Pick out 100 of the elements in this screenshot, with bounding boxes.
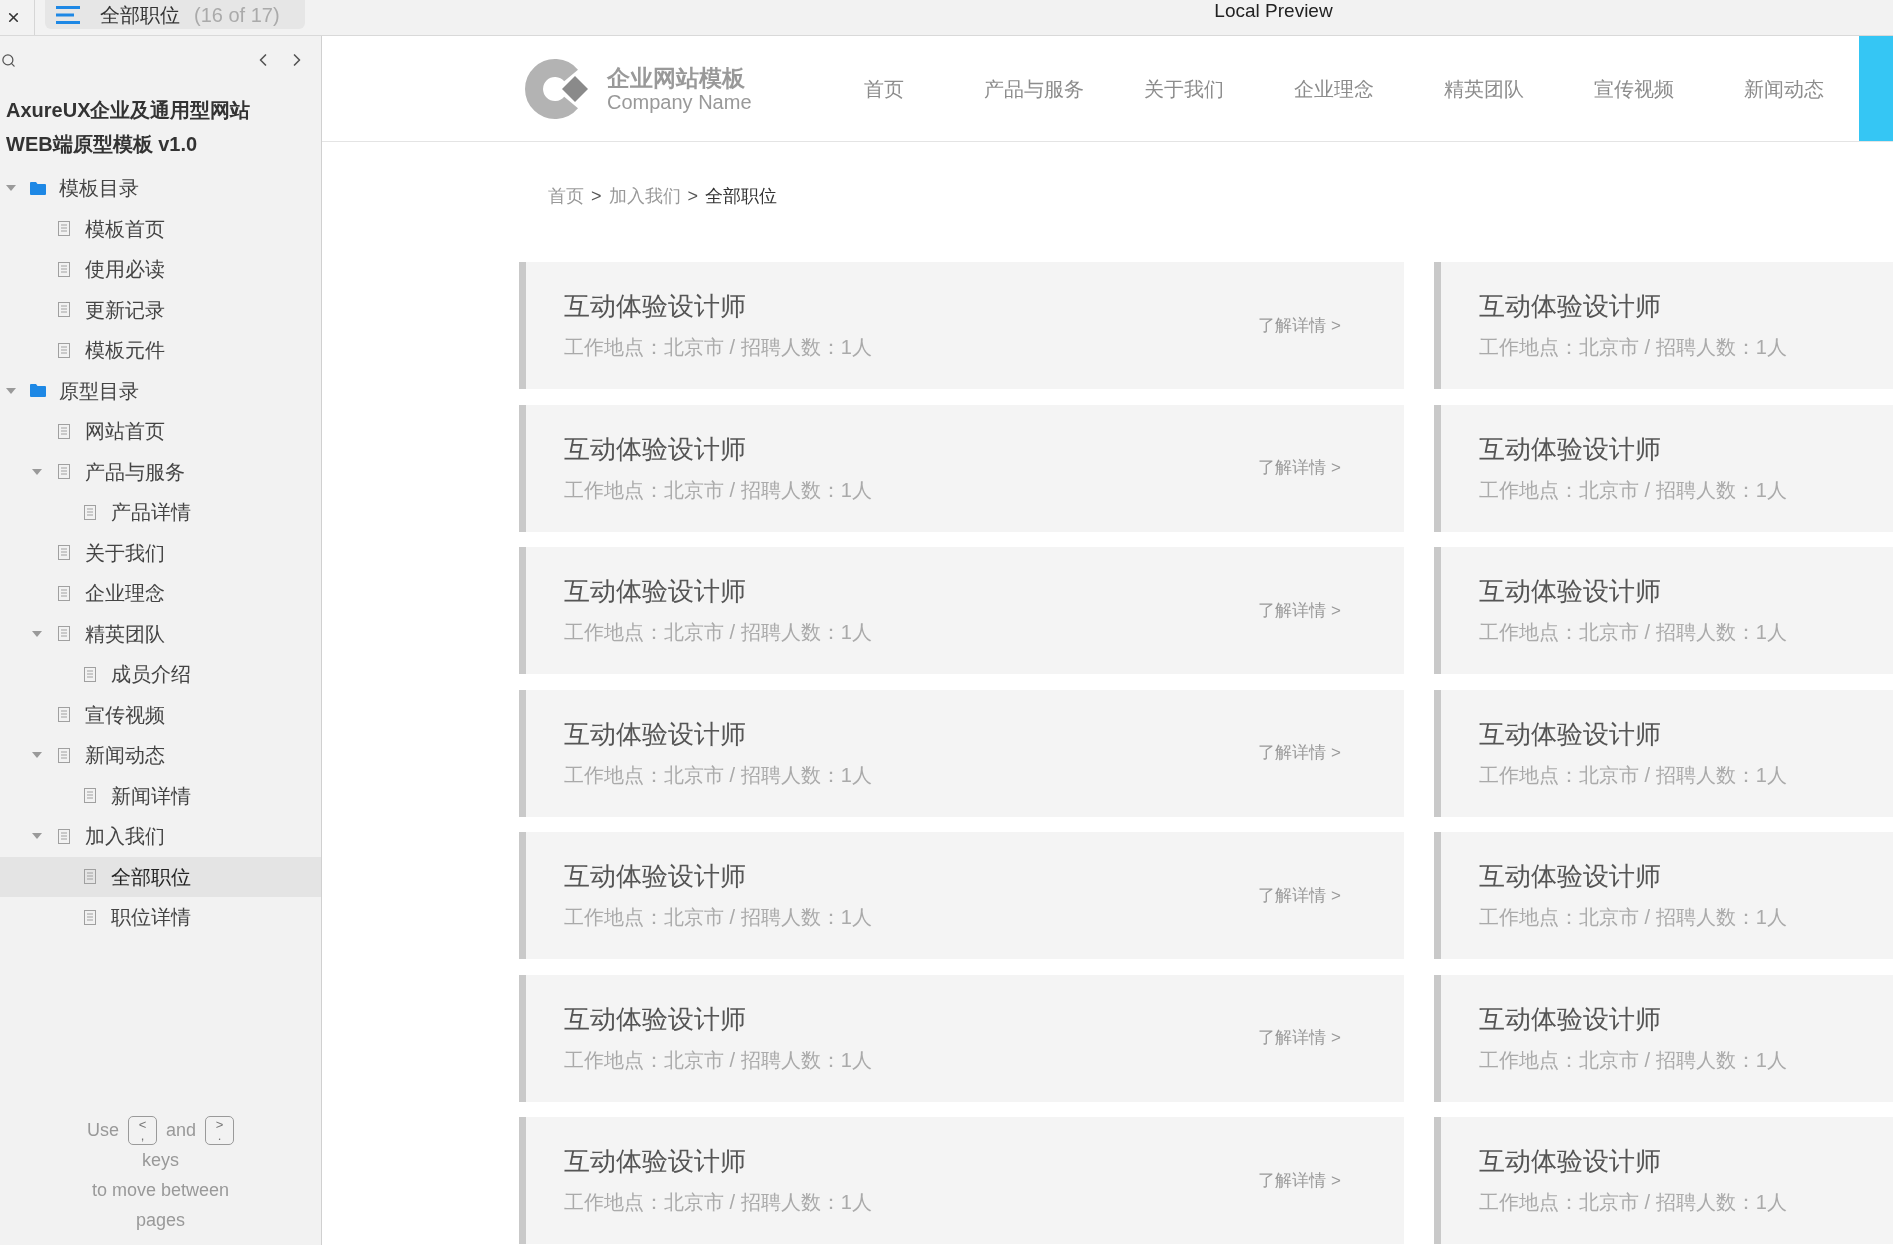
page-icon bbox=[58, 423, 70, 439]
tree-item[interactable]: 企业理念 bbox=[0, 573, 321, 614]
job-card[interactable]: 互动体验设计师 工作地点：北京市 / 招聘人数：1人 bbox=[1434, 1117, 1893, 1244]
tree-item[interactable]: 加入我们 bbox=[0, 816, 321, 857]
caret-down-icon[interactable] bbox=[6, 387, 16, 394]
breadcrumb-separator: > bbox=[687, 184, 699, 208]
folder-icon bbox=[30, 384, 46, 398]
job-card[interactable]: 互动体验设计师 工作地点：北京市 / 招聘人数：1人 bbox=[1434, 689, 1893, 817]
tree-item[interactable]: 新闻详情 bbox=[0, 775, 321, 816]
job-details: 工作地点：北京市 / 招聘人数：1人 bbox=[564, 905, 872, 930]
page-icon bbox=[84, 504, 96, 520]
job-card[interactable]: 互动体验设计师 工作地点：北京市 / 招聘人数：1人 bbox=[1434, 832, 1893, 959]
page-icon bbox=[58, 828, 70, 844]
job-title: 互动体验设计师 bbox=[1479, 860, 1661, 893]
tree-item[interactable]: 产品详情 bbox=[0, 492, 321, 533]
nav-item[interactable]: 精英团队 bbox=[1409, 36, 1559, 141]
page-icon bbox=[58, 747, 70, 763]
page-icon bbox=[58, 464, 70, 480]
tree-item[interactable]: 使用必读 bbox=[0, 249, 321, 290]
breadcrumb-separator: > bbox=[591, 184, 602, 208]
key-cap: < , bbox=[128, 1115, 157, 1145]
nav-item[interactable]: 关于我们 bbox=[1109, 36, 1259, 141]
job-title: 互动体验设计师 bbox=[564, 1145, 746, 1178]
tree-item[interactable]: 职位详情 bbox=[0, 897, 321, 938]
tree-item[interactable]: 更新记录 bbox=[0, 289, 321, 330]
page-icon bbox=[84, 788, 96, 804]
page-icon bbox=[84, 666, 96, 682]
job-title: 互动体验设计师 bbox=[1479, 290, 1661, 323]
job-details: 工作地点：北京市 / 招聘人数：1人 bbox=[564, 477, 872, 503]
caret-down-icon[interactable] bbox=[32, 630, 42, 637]
page-icon bbox=[84, 909, 96, 925]
tree-item[interactable]: 新闻动态 bbox=[0, 735, 321, 776]
tree-item[interactable]: 产品与服务 bbox=[0, 451, 321, 492]
job-title: 互动体验设计师 bbox=[1479, 1002, 1661, 1036]
close-icon bbox=[6, 10, 21, 25]
tree-item[interactable]: 宣传视频 bbox=[0, 694, 321, 735]
job-card[interactable]: 互动体验设计师 工作地点：北京市 / 招聘人数：1人 了解详情 > bbox=[519, 689, 1404, 817]
page-icon bbox=[58, 342, 70, 358]
job-card[interactable]: 互动体验设计师 工作地点：北京市 / 招聘人数：1人 bbox=[1434, 262, 1893, 389]
job-card[interactable]: 互动体验设计师 工作地点：北京市 / 招聘人数：1人 bbox=[1434, 547, 1893, 674]
job-card[interactable]: 互动体验设计师 工作地点：北京市 / 招聘人数：1人 了解详情 > bbox=[519, 1117, 1404, 1244]
breadcrumb-current: 全部职位 bbox=[705, 184, 778, 208]
job-title: 互动体验设计师 bbox=[1479, 575, 1661, 608]
project-title: AxureUX企业及通用型网站 WEB端原型模板 v1.0 bbox=[5, 98, 251, 157]
job-details: 工作地点：北京市 / 招聘人数：1人 bbox=[564, 620, 872, 645]
nav-item[interactable]: 产品与服务 bbox=[959, 36, 1109, 141]
key-cap: > . bbox=[205, 1115, 235, 1145]
job-details: 工作地点：北京市 / 招聘人数：1人 bbox=[1479, 762, 1787, 788]
page-icon bbox=[58, 585, 70, 601]
job-card[interactable]: 互动体验设计师 工作地点：北京市 / 招聘人数：1人 bbox=[1434, 404, 1893, 532]
page-icon bbox=[58, 302, 70, 318]
job-title: 互动体验设计师 bbox=[1479, 717, 1661, 751]
nav-item[interactable]: 新闻动态 bbox=[1709, 36, 1859, 141]
caret-down-icon[interactable] bbox=[32, 833, 42, 840]
job-details: 工作地点：北京市 / 招聘人数：1人 bbox=[564, 762, 872, 788]
sidebar-toggle[interactable]: 全部职位 (16 of 17) bbox=[45, 0, 305, 29]
tree-item[interactable]: 模板目录 bbox=[0, 168, 321, 209]
job-title: 互动体验设计师 bbox=[1479, 1145, 1661, 1178]
caret-down-icon[interactable] bbox=[6, 185, 16, 192]
tree-item[interactable]: 关于我们 bbox=[0, 532, 321, 573]
job-details: 工作地点：北京市 / 招聘人数：1人 bbox=[1479, 1047, 1787, 1073]
tree-item[interactable]: 精英团队 bbox=[0, 613, 321, 654]
logo-name: 企业网站模板 bbox=[607, 64, 745, 91]
job-details: 工作地点：北京市 / 招聘人数：1人 bbox=[1479, 905, 1787, 930]
hint-text: Use bbox=[86, 1119, 119, 1142]
job-card[interactable]: 互动体验设计师 工作地点：北京市 / 招聘人数：1人 了解详情 > bbox=[519, 974, 1404, 1102]
tree-item[interactable]: 模板首页 bbox=[0, 208, 321, 249]
tree-item[interactable]: 模板元件 bbox=[0, 330, 321, 371]
job-title: 互动体验设计师 bbox=[564, 717, 746, 751]
job-details: 工作地点：北京市 / 招聘人数：1人 bbox=[564, 1047, 872, 1073]
job-card[interactable]: 互动体验设计师 工作地点：北京市 / 招聘人数：1人 了解详情 > bbox=[519, 404, 1404, 532]
job-details: 工作地点：北京市 / 招聘人数：1人 bbox=[564, 335, 872, 360]
page-icon bbox=[58, 261, 70, 277]
search-button[interactable] bbox=[1, 52, 16, 68]
tree-item[interactable]: 成员介绍 bbox=[0, 654, 321, 695]
folder-icon bbox=[30, 181, 46, 195]
tree-item[interactable]: 全部职位 bbox=[0, 856, 321, 897]
job-card[interactable]: 互动体验设计师 工作地点：北京市 / 招聘人数：1人 bbox=[1434, 974, 1893, 1102]
job-details: 工作地点：北京市 / 招聘人数：1人 bbox=[564, 1190, 872, 1215]
job-details: 工作地点：北京市 / 招聘人数：1人 bbox=[1479, 1190, 1787, 1215]
hint-text: and bbox=[166, 1119, 197, 1142]
tree-item[interactable]: 网站首页 bbox=[0, 411, 321, 452]
caret-down-icon[interactable] bbox=[32, 468, 42, 475]
logo-icon bbox=[525, 57, 591, 120]
menu-icon bbox=[56, 5, 80, 24]
page-icon bbox=[84, 869, 96, 885]
job-card[interactable]: 互动体验设计师 工作地点：北京市 / 招聘人数：1人 了解详情 > bbox=[519, 832, 1404, 959]
job-title: 互动体验设计师 bbox=[564, 860, 746, 893]
job-title: 互动体验设计师 bbox=[1479, 432, 1661, 466]
nav-item[interactable]: 企业理念 bbox=[1259, 36, 1409, 141]
job-card[interactable]: 互动体验设计师 工作地点：北京市 / 招聘人数：1人 了解详情 > bbox=[519, 547, 1404, 674]
nav-item[interactable]: 宣传视频 bbox=[1559, 36, 1709, 141]
page-icon bbox=[58, 545, 70, 561]
page-icon bbox=[58, 221, 70, 237]
job-details: 工作地点：北京市 / 招聘人数：1人 bbox=[1479, 335, 1787, 360]
caret-down-icon[interactable] bbox=[32, 752, 42, 759]
page-icon bbox=[58, 707, 70, 723]
tree-item[interactable]: 原型目录 bbox=[0, 370, 321, 411]
job-title: 互动体验设计师 bbox=[564, 290, 746, 323]
job-card[interactable]: 互动体验设计师 工作地点：北京市 / 招聘人数：1人 了解详情 > bbox=[519, 262, 1404, 389]
